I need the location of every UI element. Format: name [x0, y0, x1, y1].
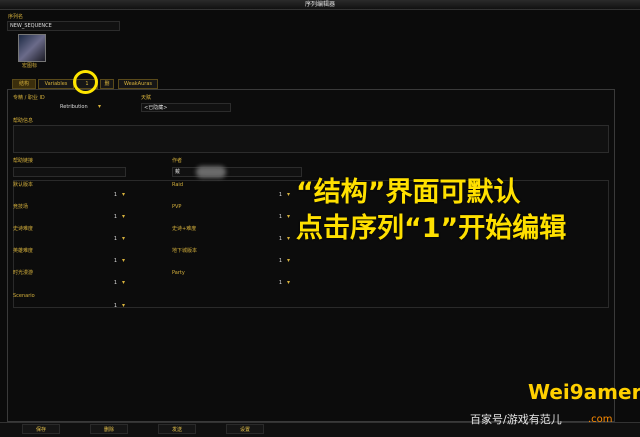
tab-variables[interactable]: Variables — [38, 79, 74, 89]
mythic-plus-value: 1 — [278, 236, 282, 242]
scenario-label: Scenario — [13, 293, 35, 299]
spec-value: Retribution — [60, 104, 88, 110]
macro-icon-button[interactable] — [18, 34, 46, 62]
window-title: 序列编辑器 — [304, 1, 335, 8]
tab-structure[interactable]: 结构 — [12, 79, 36, 89]
party-dropdown[interactable]: 1 ▾ — [263, 279, 291, 287]
default-version-dropdown[interactable]: 1 ▾ — [98, 191, 126, 199]
raid-label: Raid — [172, 182, 183, 188]
default-version-label: 默认版本 — [13, 182, 34, 188]
mythic-value: 1 — [113, 236, 117, 242]
title-bar: 序列编辑器 — [0, 0, 640, 10]
default-version-value: 1 — [113, 192, 117, 198]
party-label: Party — [172, 270, 185, 276]
arena-value: 1 — [113, 214, 117, 220]
sequence-name-label: 序列名 — [8, 14, 24, 20]
timewalking-label: 时光漫游 — [13, 270, 34, 276]
tab-weakauras[interactable]: WeakAuras — [118, 79, 158, 89]
help-info-input[interactable] — [13, 125, 609, 153]
heroic-value: 1 — [113, 258, 117, 264]
dungeon-dropdown[interactable]: 1 ▾ — [263, 257, 291, 265]
settings-button[interactable]: 设置 — [226, 424, 264, 434]
chevron-down-icon: ▾ — [286, 191, 290, 198]
chevron-down-icon: ▾ — [121, 213, 125, 220]
source-watermark: 百家号/游戏有范儿 — [470, 413, 562, 426]
chevron-down-icon: ▾ — [121, 235, 125, 242]
heroic-label: 英雄难度 — [13, 248, 34, 254]
macro-icon-label: 宏图标 — [22, 63, 38, 69]
chevron-down-icon: ▾ — [121, 279, 125, 286]
arena-dropdown[interactable]: 1 ▾ — [98, 213, 126, 221]
mythic-plus-dropdown[interactable]: 1 ▾ — [263, 235, 291, 243]
chevron-down-icon: ▾ — [286, 279, 290, 286]
chevron-down-icon: ▾ — [286, 257, 290, 264]
mythic-plus-label: 史诗+难度 — [172, 226, 197, 232]
author-label: 作者 — [172, 158, 183, 164]
chevron-down-icon: ▾ — [121, 257, 125, 264]
dungeon-value: 1 — [278, 258, 282, 264]
party-value: 1 — [278, 280, 282, 286]
caption-line-2: 点击序列“1”开始编辑 — [296, 213, 567, 244]
pvp-value: 1 — [278, 214, 282, 220]
mythic-dropdown[interactable]: 1 ▾ — [98, 235, 126, 243]
chevron-down-icon: ▾ — [121, 191, 125, 198]
pvp-dropdown[interactable]: 1 ▾ — [263, 213, 291, 221]
scenario-value: 1 — [113, 303, 117, 309]
author-input[interactable]: 戴 — [172, 167, 302, 177]
help-info-label: 帮助信息 — [13, 118, 34, 124]
caption-line-1: “结构”界面可默认 — [296, 177, 521, 208]
sequence-editor-window: 序列编辑器 序列名 NEW_SEQUENCE 宏图标 结构 Variables … — [0, 0, 640, 437]
dungeon-label: 地下城版本 — [172, 248, 198, 254]
site-logo-suffix: .com — [588, 414, 613, 425]
author-redaction — [196, 166, 226, 178]
scenario-dropdown[interactable]: 1 ▾ — [98, 302, 126, 310]
pvp-label: PVP — [172, 204, 182, 210]
raid-value: 1 — [278, 192, 282, 198]
delete-button[interactable]: 删除 — [90, 424, 128, 434]
send-button[interactable]: 发送 — [158, 424, 196, 434]
save-button[interactable]: 保存 — [22, 424, 60, 434]
chevron-down-icon: ▾ — [286, 213, 290, 220]
talent-label: 天赋 — [141, 95, 152, 101]
structure-panel: 专精 / 职业 ID Retribution ▾ 天赋 <已隐藏> 帮助信息 帮… — [7, 89, 615, 422]
timewalking-dropdown[interactable]: 1 ▾ — [98, 279, 126, 287]
spec-label: 专精 / 职业 ID — [13, 95, 45, 101]
chevron-down-icon: ▾ — [97, 103, 101, 110]
chevron-down-icon: ▾ — [121, 302, 125, 309]
help-link-input[interactable] — [13, 167, 126, 177]
timewalking-value: 1 — [113, 280, 117, 286]
highlight-circle — [73, 70, 98, 94]
site-logo: Wei9amer — [528, 380, 640, 404]
sequence-name-input[interactable]: NEW_SEQUENCE — [7, 21, 120, 31]
heroic-dropdown[interactable]: 1 ▾ — [98, 257, 126, 265]
spec-dropdown[interactable]: Retribution ▾ — [60, 103, 102, 111]
chevron-down-icon: ▾ — [286, 235, 290, 242]
raid-dropdown[interactable]: 1 ▾ — [263, 191, 291, 199]
mythic-label: 史诗难度 — [13, 226, 34, 232]
arena-label: 竞技场 — [13, 204, 29, 210]
help-link-label: 帮助链接 — [13, 158, 34, 164]
tab-delete[interactable]: 删 — [100, 79, 114, 89]
talent-input[interactable]: <已隐藏> — [141, 103, 231, 112]
